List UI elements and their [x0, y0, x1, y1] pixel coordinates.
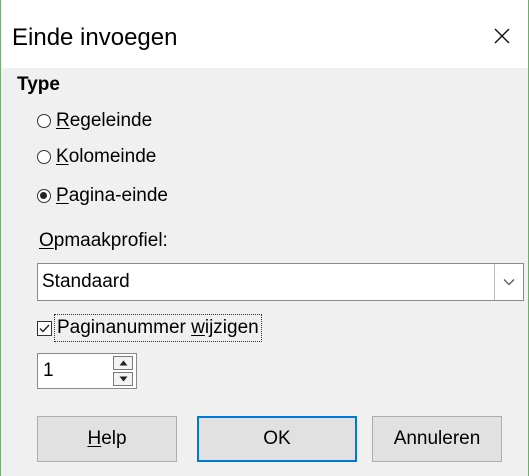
help-button-label: Help: [87, 428, 127, 449]
radio-column-break-indicator[interactable]: [37, 150, 51, 164]
dropdown-arrow-button[interactable]: [494, 264, 523, 300]
insert-break-dialog: Einde invoegen Type Regeleinde Kolomeind…: [0, 0, 529, 476]
triangle-down-icon: [119, 376, 127, 382]
cancel-button-label: Annuleren: [393, 428, 481, 449]
type-section-title: Type: [17, 74, 60, 95]
checkbox-box[interactable]: [37, 320, 52, 336]
dialog-title: Einde invoegen: [12, 24, 178, 51]
spinner-buttons: [113, 356, 133, 386]
close-button[interactable]: [482, 16, 522, 56]
radio-page-break[interactable]: Pagina-einde: [37, 182, 168, 210]
ok-button[interactable]: OK: [197, 416, 357, 462]
radio-column-break-label: Kolomeinde: [56, 146, 157, 167]
page-number-spinner[interactable]: 1: [37, 353, 137, 389]
spinner-down-button[interactable]: [113, 372, 133, 386]
close-icon: [494, 28, 510, 44]
radio-line-break-indicator[interactable]: [37, 114, 51, 128]
cancel-button[interactable]: Annuleren: [372, 416, 502, 462]
change-page-number-checkbox[interactable]: Paginanummer wijzigen: [37, 313, 262, 343]
style-label: Opmaakprofiel:: [39, 230, 168, 251]
page-number-value[interactable]: 1: [38, 360, 113, 382]
style-dropdown-value: Standaard: [42, 271, 130, 292]
style-dropdown[interactable]: Standaard: [37, 263, 524, 301]
triangle-up-icon: [119, 360, 127, 366]
help-button[interactable]: Help: [37, 416, 177, 462]
radio-page-break-label: Pagina-einde: [56, 185, 168, 206]
spinner-up-button[interactable]: [113, 356, 133, 370]
change-page-number-label: Paginanummer wijzigen: [54, 314, 262, 342]
checkmark-icon: [39, 324, 50, 333]
radio-line-break[interactable]: Regeleinde: [37, 107, 152, 135]
title-bar: Einde invoegen: [1, 0, 528, 68]
ok-button-label: OK: [263, 428, 291, 449]
radio-page-break-indicator[interactable]: [37, 189, 51, 203]
radio-column-break[interactable]: Kolomeinde: [37, 143, 156, 171]
chevron-down-icon: [503, 279, 515, 286]
radio-line-break-label: Regeleinde: [56, 110, 153, 131]
